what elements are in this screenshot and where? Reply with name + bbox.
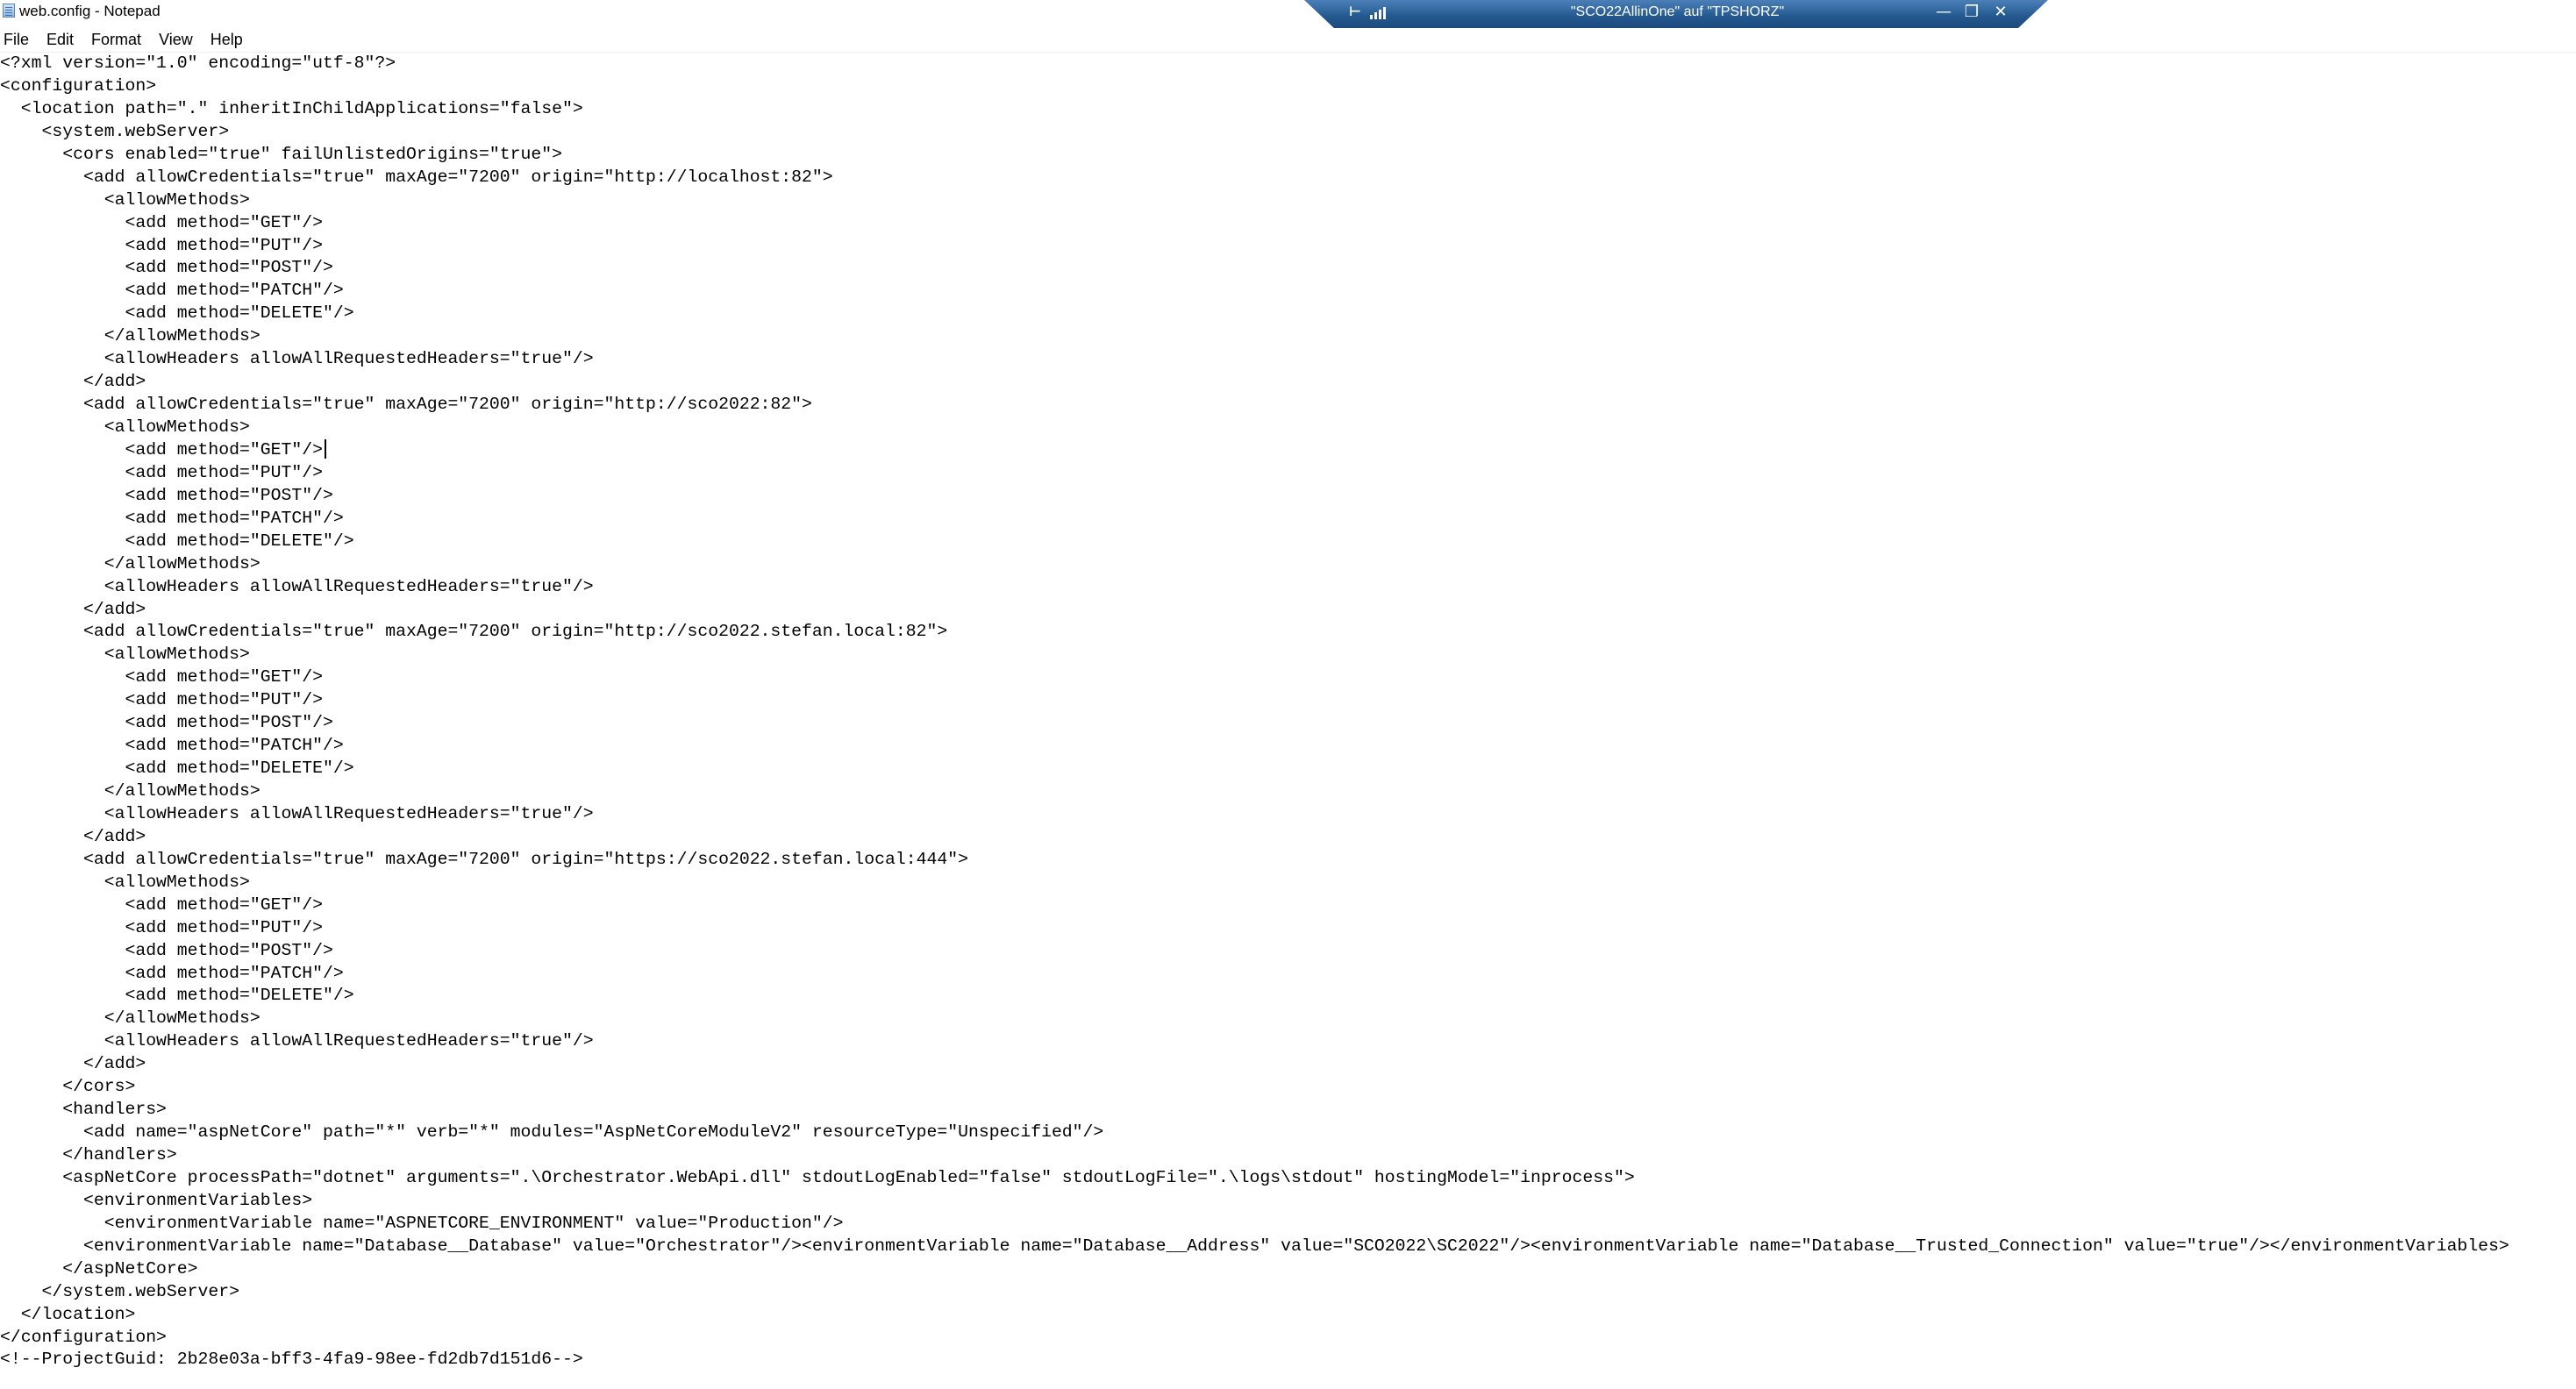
text-line: <allowMethods> — [0, 645, 250, 665]
text-line: <allowHeaders allowAllRequestedHeaders="… — [0, 349, 594, 369]
close-button[interactable]: ✕ — [1989, 2, 2012, 23]
text-line: </cors> — [0, 1077, 136, 1097]
text-line: <add allowCredentials="true" maxAge="720… — [0, 849, 968, 869]
text-line: <cors enabled="true" failUnlistedOrigins… — [0, 144, 563, 164]
text-line: </allowMethods> — [0, 553, 260, 573]
restore-button[interactable]: ❐ — [1960, 2, 1983, 23]
window-title: web.config - Notepad — [19, 3, 161, 19]
text-line: <add method="PATCH"/> — [0, 963, 344, 983]
text-line: <add method="POST"/> — [0, 258, 333, 278]
text-line: <add method="GET"/> — [0, 212, 323, 232]
text-line: <?xml version="1.0" encoding="utf-8"?> — [0, 53, 396, 73]
text-line: <handlers> — [0, 1100, 167, 1120]
text-line: </configuration> — [0, 1327, 167, 1347]
menu-file[interactable]: File — [0, 27, 29, 52]
text-line: <add method="DELETE"/> — [0, 531, 354, 551]
text-line: <add method="DELETE"/> — [0, 759, 354, 779]
text-line: <add method="DELETE"/> — [0, 986, 354, 1006]
text-line: <add method="POST"/> — [0, 713, 333, 733]
text-line: <allowHeaders allowAllRequestedHeaders="… — [0, 1031, 594, 1051]
text-line: <add method="PATCH"/> — [0, 281, 344, 301]
text-line: <add method="PUT"/> — [0, 235, 323, 255]
text-line: <allowHeaders allowAllRequestedHeaders="… — [0, 803, 594, 823]
text-line: <allowHeaders allowAllRequestedHeaders="… — [0, 576, 594, 596]
text-line: </handlers> — [0, 1145, 177, 1165]
text-line: <add method="GET"/> — [0, 667, 323, 687]
text-line: <allowMethods> — [0, 872, 250, 892]
text-line: </location> — [0, 1304, 136, 1324]
text-line: <add method="PATCH"/> — [0, 508, 344, 528]
text-editor-area[interactable]: <?xml version="1.0" encoding="utf-8"?> <c… — [0, 53, 2576, 1389]
text-line: </add> — [0, 826, 146, 846]
menu-help[interactable]: Help — [207, 27, 243, 52]
text-line: <add allowCredentials="true" maxAge="720… — [0, 622, 948, 642]
text-line: </aspNetCore> — [0, 1258, 198, 1279]
text-line: </add> — [0, 599, 146, 619]
text-line: <add method="PATCH"/> — [0, 736, 344, 756]
text-line: <allowMethods> — [0, 417, 250, 437]
text-line: <!--ProjectGuid: 2b28e03a-bff3-4fa9-98ee… — [0, 1350, 583, 1370]
text-line: <add method="PUT"/> — [0, 462, 323, 482]
text-line: </add> — [0, 372, 146, 392]
text-line: </allowMethods> — [0, 781, 260, 801]
text-line: <add method="PUT"/> — [0, 917, 323, 937]
menu-view[interactable]: View — [155, 27, 193, 52]
remote-session-title: "SCO22AllinOne" auf "TPSHORZ" — [1570, 4, 1785, 19]
text-line: <aspNetCore processPath="dotnet" argumen… — [0, 1167, 1635, 1187]
text-line: <add method="POST"/> — [0, 485, 333, 505]
text-line: <add allowCredentials="true" maxAge="720… — [0, 167, 833, 187]
notepad-icon — [3, 4, 15, 18]
text-line: </allowMethods> — [0, 1008, 260, 1029]
title-bar[interactable]: web.config - Notepad — [0, 0, 2576, 23]
text-line: <add allowCredentials="true" maxAge="720… — [0, 395, 812, 415]
text-line: <add method="DELETE"/> — [0, 303, 354, 324]
menu-edit[interactable]: Edit — [43, 27, 74, 52]
text-line: <environmentVariable name="ASPNETCORE_EN… — [0, 1213, 844, 1233]
text-line: <configuration> — [0, 75, 157, 96]
text-line: <environmentVariables> — [0, 1190, 313, 1210]
text-caret — [325, 439, 326, 459]
text-line: <environmentVariable name="Database__Dat… — [0, 1236, 2509, 1256]
text-line: </allowMethods> — [0, 326, 260, 346]
text-line: <system.webServer> — [0, 121, 230, 141]
text-line: <add method="PUT"/> — [0, 690, 323, 710]
text-line: </add> — [0, 1054, 146, 1074]
text-line: <add method="GET"/> — [0, 439, 323, 459]
text-line: <location path="." inheritInChildApplica… — [0, 98, 583, 118]
text-line: <add method="POST"/> — [0, 940, 333, 960]
text-line: <add method="GET"/> — [0, 894, 323, 915]
menu-bar: File Edit Format View Help — [0, 27, 257, 52]
pin-icon[interactable]: ⊢ — [1349, 4, 1361, 18]
text-line: </system.webServer> — [0, 1281, 240, 1301]
text-line: <allowMethods> — [0, 189, 250, 210]
text-line: <add name="aspNetCore" path="*" verb="*"… — [0, 1122, 1104, 1143]
connection-quality-icon[interactable] — [1370, 4, 1389, 19]
menu-format[interactable]: Format — [88, 27, 141, 52]
minimize-button[interactable]: — — [1932, 2, 1955, 23]
